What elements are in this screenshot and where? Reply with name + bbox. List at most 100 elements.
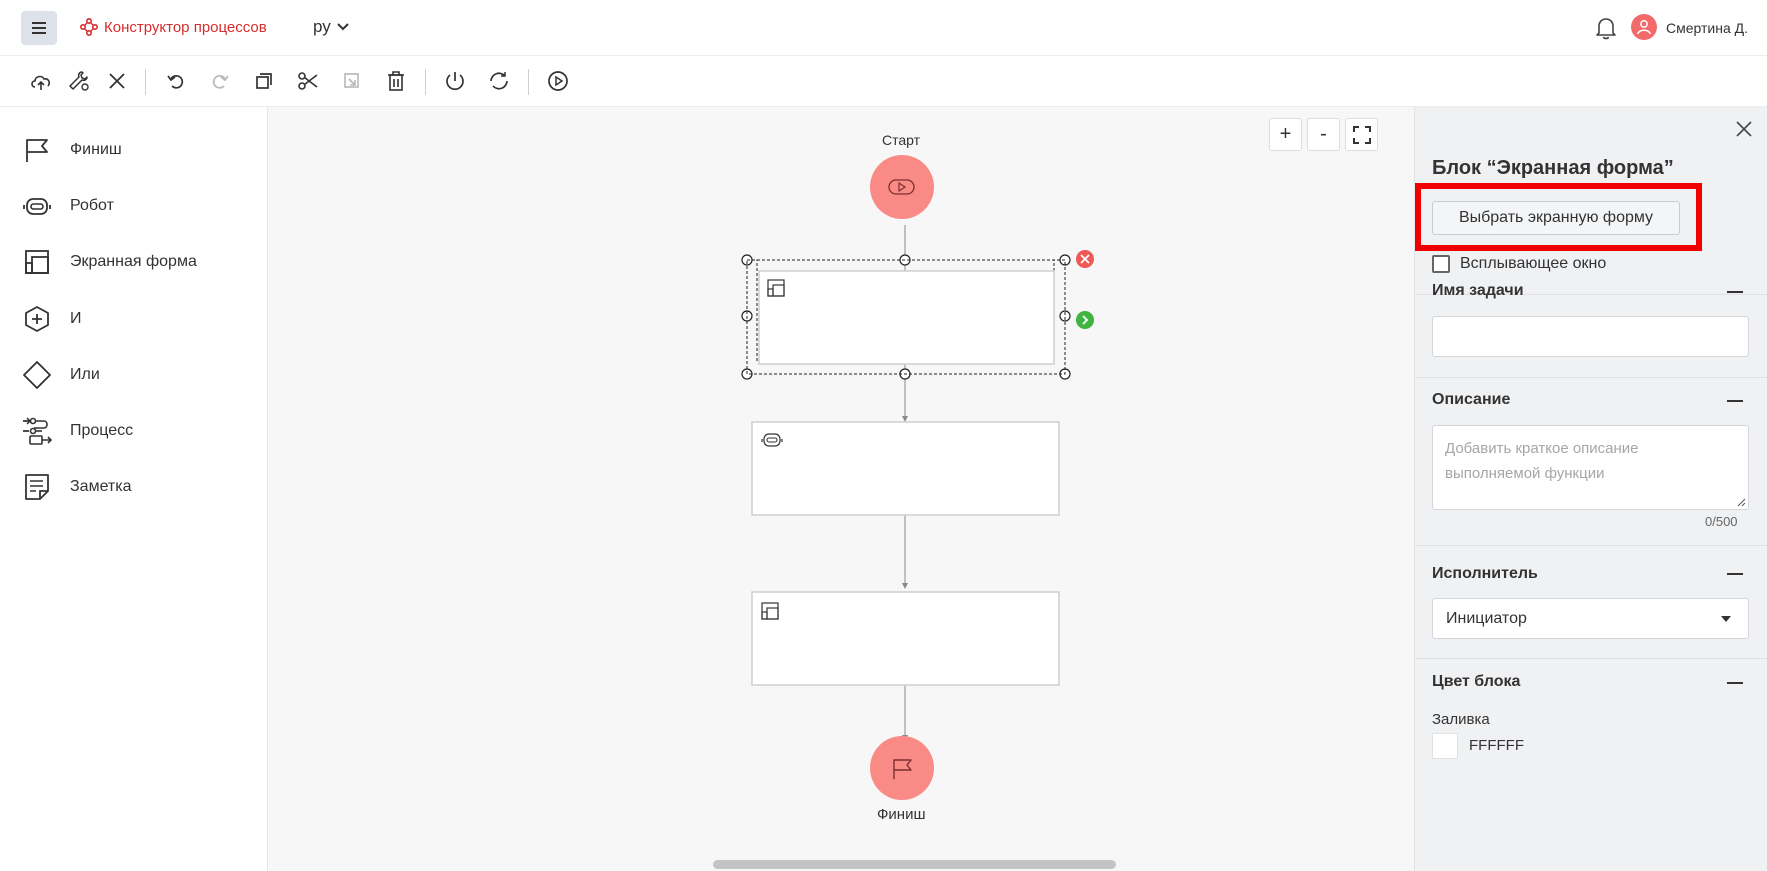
fill-color-swatch[interactable] — [1432, 733, 1458, 759]
connector-arrow — [902, 583, 908, 589]
collapse-icon[interactable] — [1727, 682, 1743, 684]
select-screen-form-button[interactable]: Выбрать экранную форму — [1432, 201, 1680, 235]
diagram — [741, 155, 1094, 800]
element-palette: Финиш Робот Экранная форма И Или Процесс… — [0, 107, 268, 871]
language-value: ру — [313, 17, 331, 36]
description-placeholder: Добавить краткое описание выполняемой фу… — [1445, 440, 1639, 482]
task-name-heading: Имя задачи — [1432, 282, 1524, 299]
power-button[interactable] — [442, 68, 468, 94]
description-counter: 0/500 — [1705, 514, 1738, 529]
process-logo-icon — [80, 18, 98, 36]
connect-next-button[interactable] — [1076, 311, 1094, 329]
palette-item-label: Экранная форма — [70, 253, 197, 270]
hamburger-icon — [32, 22, 46, 34]
play-icon — [548, 71, 568, 91]
close-editor-button[interactable] — [104, 68, 130, 94]
language-selector[interactable]: ру — [313, 17, 349, 37]
screen-form-icon — [25, 250, 49, 274]
section-divider — [1415, 377, 1767, 378]
cut-button[interactable] — [295, 68, 321, 94]
start-node-label: Старт — [882, 132, 921, 148]
user-name[interactable]: Смертина Д. — [1666, 20, 1748, 36]
close-panel-button[interactable] — [1735, 120, 1753, 143]
collapse-icon[interactable] — [1727, 400, 1743, 402]
close-icon — [1736, 121, 1752, 137]
executor-value: Инициатор — [1446, 610, 1527, 627]
toolbar-divider — [528, 69, 529, 95]
chevron-down-icon — [337, 23, 349, 31]
palette-item-finish[interactable]: Финиш — [22, 133, 122, 167]
copy-icon — [256, 73, 272, 89]
top-bar: Конструктор процессов ру Смертина Д. — [0, 0, 1767, 56]
refresh-icon — [490, 72, 508, 90]
palette-item-label: Процесс — [70, 422, 134, 439]
and-hexagon-icon — [25, 306, 49, 332]
user-icon — [1637, 20, 1651, 35]
paste-button[interactable] — [339, 68, 365, 94]
palette-item-note[interactable]: Заметка — [22, 470, 132, 504]
finish-node[interactable] — [870, 736, 934, 800]
toolbar-divider — [425, 69, 426, 95]
delete-button[interactable] — [383, 68, 409, 94]
palette-item-or[interactable]: Или — [22, 358, 100, 392]
refresh-button[interactable] — [486, 68, 512, 94]
executor-select[interactable]: Инициатор — [1432, 598, 1749, 639]
editor-toolbar — [0, 56, 1767, 107]
block-color-heading: Цвет блока — [1432, 673, 1521, 690]
section-divider — [1415, 658, 1767, 659]
popup-window-checkbox[interactable]: Всплывающее окно — [1432, 255, 1606, 273]
start-node[interactable] — [870, 155, 934, 219]
redo-icon — [212, 74, 229, 89]
notifications-button[interactable] — [1594, 15, 1618, 46]
palette-item-and[interactable]: И — [22, 302, 82, 336]
properties-panel: Блок “Экранная форма” Выбрать экранную ф… — [1414, 107, 1767, 871]
screen-form-block[interactable] — [751, 591, 1060, 686]
connector-arrow — [902, 416, 908, 422]
resize-handle-icon[interactable] — [1736, 497, 1746, 507]
toolbar-divider — [145, 69, 146, 95]
palette-item-label: Или — [70, 366, 100, 383]
palette-item-label: И — [70, 310, 82, 327]
palette-item-label: Заметка — [70, 478, 132, 495]
palette-item-process[interactable]: Процесс — [22, 414, 133, 448]
description-heading: Описание — [1432, 391, 1511, 408]
or-diamond-icon — [23, 361, 51, 389]
settings-wrench-icon — [69, 71, 89, 91]
note-icon — [25, 474, 49, 500]
bell-icon — [1596, 18, 1616, 40]
executor-heading: Исполнитель — [1432, 565, 1538, 582]
fill-label: Заливка — [1432, 711, 1490, 728]
app-title: Конструктор процессов — [104, 18, 267, 36]
section-divider — [1415, 545, 1767, 546]
collapse-icon[interactable] — [1727, 291, 1743, 293]
checkbox[interactable] — [1432, 255, 1450, 273]
description-textarea[interactable]: Добавить краткое описание выполняемой фу… — [1432, 425, 1749, 510]
robot-icon — [23, 198, 51, 215]
hamburger-menu-button[interactable] — [21, 11, 57, 45]
flag-icon — [26, 139, 48, 162]
cut-icon — [298, 72, 318, 90]
robot-block[interactable] — [751, 421, 1060, 516]
copy-button[interactable] — [251, 68, 277, 94]
redo-button[interactable] — [207, 68, 233, 94]
palette-item-robot[interactable]: Робот — [22, 189, 114, 223]
horizontal-scrollbar[interactable] — [713, 860, 1116, 869]
fill-color-value[interactable]: FFFFFF — [1469, 737, 1524, 754]
delete-icon — [388, 71, 404, 91]
task-name-input[interactable] — [1432, 316, 1749, 357]
process-canvas[interactable]: + - Старт Финиш — [268, 107, 1414, 871]
remove-block-button[interactable] — [1076, 250, 1094, 268]
app-logo[interactable]: Конструктор процессов — [80, 18, 267, 36]
popup-window-label: Всплывающее окно — [1460, 255, 1607, 272]
paste-icon — [344, 73, 359, 88]
save-cloud-button[interactable] — [28, 68, 54, 94]
power-icon — [446, 72, 464, 91]
run-button[interactable] — [545, 68, 571, 94]
palette-item-label: Финиш — [70, 141, 122, 158]
settings-button[interactable] — [66, 68, 92, 94]
user-avatar[interactable] — [1631, 14, 1657, 40]
undo-button[interactable] — [163, 68, 189, 94]
palette-item-screen-form[interactable]: Экранная форма — [22, 245, 197, 279]
screen-form-block-selected[interactable] — [758, 270, 1055, 365]
collapse-icon[interactable] — [1727, 573, 1743, 575]
